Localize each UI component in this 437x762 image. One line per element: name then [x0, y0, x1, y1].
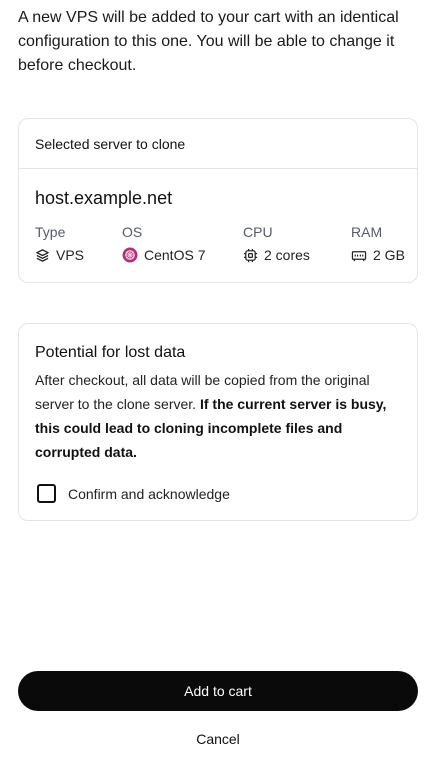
memory-icon: [351, 248, 367, 263]
intro-text: A new VPS will be added to your cart wit…: [18, 9, 399, 74]
server-hostname: host.example.net: [35, 188, 173, 208]
spec-type-label: Type: [35, 224, 66, 240]
spec-cpu-label: CPU: [243, 224, 273, 240]
selected-server-header: Selected server to clone: [19, 119, 417, 169]
add-to-cart-button[interactable]: Add to cart: [18, 671, 418, 711]
checkbox-box[interactable]: [37, 484, 56, 503]
spec-ram-label: RAM: [351, 224, 383, 240]
spec-ram-value: 2 GB: [373, 247, 405, 263]
spec-cpu: CPU 2 cores: [243, 223, 310, 264]
centos-logo-icon: [122, 247, 138, 263]
spec-type: Type VPS: [35, 223, 84, 264]
spec-os-label: OS: [122, 224, 143, 240]
warning-title: Potential for lost data: [35, 344, 186, 361]
cpu-icon: [243, 248, 258, 263]
layers-icon: [35, 248, 50, 263]
confirm-label: Confirm and acknowledge: [68, 485, 230, 502]
spec-ram: RAM 2 GB: [351, 223, 405, 264]
data-loss-warning-card: Potential for lost data After checkout, …: [18, 323, 418, 521]
warning-body: After checkout, all data will be copied …: [35, 368, 401, 464]
spec-cpu-value: 2 cores: [264, 247, 310, 263]
cancel-button[interactable]: Cancel: [18, 728, 418, 750]
spec-type-value: VPS: [56, 247, 85, 263]
selected-server-card: Selected server to clone host.example.ne…: [18, 118, 418, 283]
spec-os: OS CentOS 7: [122, 223, 205, 264]
confirm-acknowledge-checkbox[interactable]: Confirm and acknowledge: [37, 484, 230, 503]
spec-os-value: CentOS 7: [144, 247, 206, 263]
